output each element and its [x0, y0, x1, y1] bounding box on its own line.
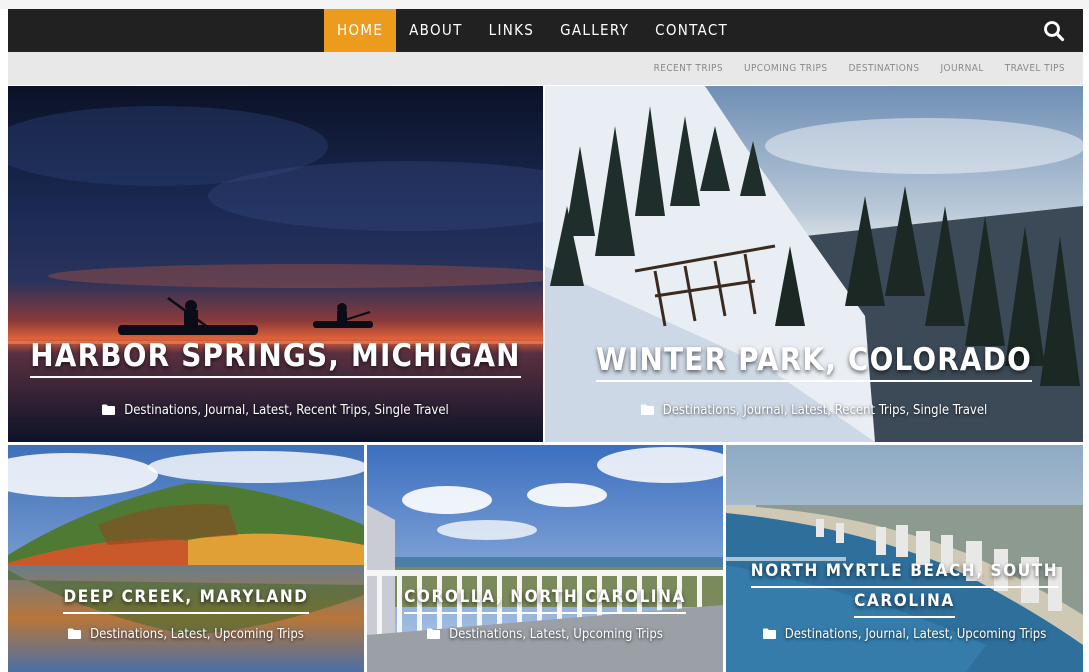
post-title[interactable]: COROLLA, NORTH CAROLINA	[404, 584, 686, 614]
folder-icon	[762, 628, 776, 643]
post-title-wrap: HARBOR SPRINGS, MICHIGAN	[8, 338, 543, 378]
post-categories-text[interactable]: Destinations, Journal, Latest, Upcoming …	[785, 627, 1047, 642]
post-categories: Destinations, Latest, Upcoming Trips	[367, 627, 723, 643]
post-title-wrap: NORTH MYRTLE BEACH, SOUTH CAROLINA	[726, 558, 1083, 618]
post-categories-text[interactable]: Destinations, Latest, Upcoming Trips	[449, 627, 663, 642]
subnav-journal[interactable]: JOURNAL	[940, 52, 983, 85]
secondary-navigation: RECENT TRIPS UPCOMING TRIPS DESTINATIONS…	[8, 52, 1083, 85]
post-tile-corolla[interactable]: COROLLA, NORTH CAROLINA Destinations, La…	[367, 445, 723, 672]
nav-gallery[interactable]: GALLERY	[547, 9, 642, 52]
post-title-wrap: DEEP CREEK, MARYLAND	[8, 584, 364, 614]
post-title-line-2[interactable]: CAROLINA	[854, 588, 955, 618]
post-categories: Destinations, Journal, Latest, Upcoming …	[726, 627, 1083, 643]
post-title[interactable]: WINTER PARK, COLORADO	[596, 342, 1032, 382]
nav-home[interactable]: HOME	[324, 9, 397, 52]
nav-contact[interactable]: CONTACT	[642, 9, 741, 52]
nav-links[interactable]: LINKS	[476, 9, 548, 52]
folder-icon	[68, 628, 82, 643]
post-title[interactable]: DEEP CREEK, MARYLAND	[63, 584, 309, 614]
folder-icon	[640, 404, 654, 419]
post-categories: Destinations, Journal, Latest, Recent Tr…	[8, 403, 543, 419]
post-title[interactable]: HARBOR SPRINGS, MICHIGAN	[30, 338, 521, 378]
post-categories-text[interactable]: Destinations, Journal, Latest, Recent Tr…	[663, 403, 988, 418]
post-categories-text[interactable]: Destinations, Journal, Latest, Recent Tr…	[124, 403, 449, 418]
nav-about[interactable]: ABOUT	[396, 9, 475, 52]
kayak-sunset-image	[8, 86, 543, 442]
search-icon[interactable]	[1043, 20, 1065, 42]
secondary-menu: RECENT TRIPS UPCOMING TRIPS DESTINATIONS…	[633, 52, 1065, 85]
post-categories-text[interactable]: Destinations, Latest, Upcoming Trips	[90, 627, 304, 642]
subnav-travel-tips[interactable]: TRAVEL TIPS	[1005, 52, 1065, 85]
post-tile-deep-creek[interactable]: DEEP CREEK, MARYLAND Destinations, Lates…	[8, 445, 364, 672]
post-categories: Destinations, Latest, Upcoming Trips	[8, 627, 364, 643]
post-title-line-1[interactable]: NORTH MYRTLE BEACH, SOUTH	[750, 558, 1059, 588]
post-title-wrap: WINTER PARK, COLORADO	[545, 342, 1083, 382]
subnav-recent-trips[interactable]: RECENT TRIPS	[654, 52, 723, 85]
snowy-mountain-image	[545, 86, 1083, 442]
post-categories: Destinations, Journal, Latest, Recent Tr…	[545, 403, 1083, 419]
subnav-upcoming-trips[interactable]: UPCOMING TRIPS	[744, 52, 827, 85]
post-tile-winter-park[interactable]: WINTER PARK, COLORADO Destinations, Jour…	[545, 86, 1083, 442]
folder-icon	[427, 628, 441, 643]
post-tile-harbor-springs[interactable]: HARBOR SPRINGS, MICHIGAN Destinations, J…	[8, 86, 543, 442]
post-title-wrap: COROLLA, NORTH CAROLINA	[367, 584, 723, 614]
top-strip	[0, 0, 1089, 9]
main-navigation: HOME ABOUT LINKS GALLERY CONTACT	[8, 9, 1083, 52]
subnav-destinations[interactable]: DESTINATIONS	[848, 52, 919, 85]
post-tile-north-myrtle-beach[interactable]: NORTH MYRTLE BEACH, SOUTH CAROLINA Desti…	[726, 445, 1083, 672]
main-menu: HOME ABOUT LINKS GALLERY CONTACT	[324, 9, 741, 52]
folder-icon	[102, 404, 116, 419]
